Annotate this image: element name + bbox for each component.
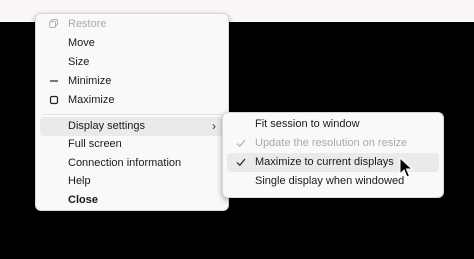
menu-item-label: Restore [68, 18, 107, 30]
menu-item-connection-information[interactable]: Connection information [40, 154, 224, 173]
menu-item-full-screen[interactable]: Full screen [40, 135, 224, 154]
chevron-right-icon: › [212, 119, 216, 133]
menu-item-maximize[interactable]: Maximize [40, 91, 224, 110]
restore-icon [49, 19, 58, 28]
checkmark-icon [236, 139, 246, 148]
menu-item-label: Help [68, 175, 91, 187]
window-system-menu: Restore Move Size Minimize Maximize Disp… [35, 13, 229, 211]
menu-item-close[interactable]: Close [40, 191, 224, 210]
checkmark-icon [236, 158, 246, 167]
maximize-icon [49, 95, 59, 105]
minimize-icon [50, 80, 58, 82]
menu-item-label: Connection information [68, 157, 182, 169]
menu-item-display-settings[interactable]: Display settings › [40, 117, 224, 136]
menu-item-minimize[interactable]: Minimize [40, 72, 224, 91]
menu-item-label: Move [68, 37, 95, 49]
submenu-item-update-resolution: Update the resolution on resize [227, 134, 439, 153]
menu-separator [42, 114, 222, 115]
display-settings-submenu: Fit session to window Update the resolut… [222, 112, 444, 198]
submenu-item-label: Single display when windowed [255, 175, 405, 187]
menu-item-size[interactable]: Size [40, 53, 224, 72]
submenu-item-label: Update the resolution on resize [255, 137, 408, 149]
submenu-item-label: Fit session to window [255, 118, 360, 130]
menu-item-label: Minimize [68, 75, 112, 87]
menu-item-help[interactable]: Help [40, 172, 224, 191]
menu-item-restore: Restore [40, 15, 224, 34]
menu-item-label: Size [68, 56, 90, 68]
submenu-item-fit-session[interactable]: Fit session to window [227, 115, 439, 134]
menu-item-label: Close [68, 194, 98, 206]
menu-item-move[interactable]: Move [40, 34, 224, 53]
menu-item-label: Full screen [68, 138, 122, 150]
submenu-item-label: Maximize to current displays [255, 156, 394, 168]
menu-item-label: Maximize [68, 94, 115, 106]
mouse-pointer-icon [399, 157, 413, 178]
menu-item-label: Display settings [68, 120, 146, 132]
